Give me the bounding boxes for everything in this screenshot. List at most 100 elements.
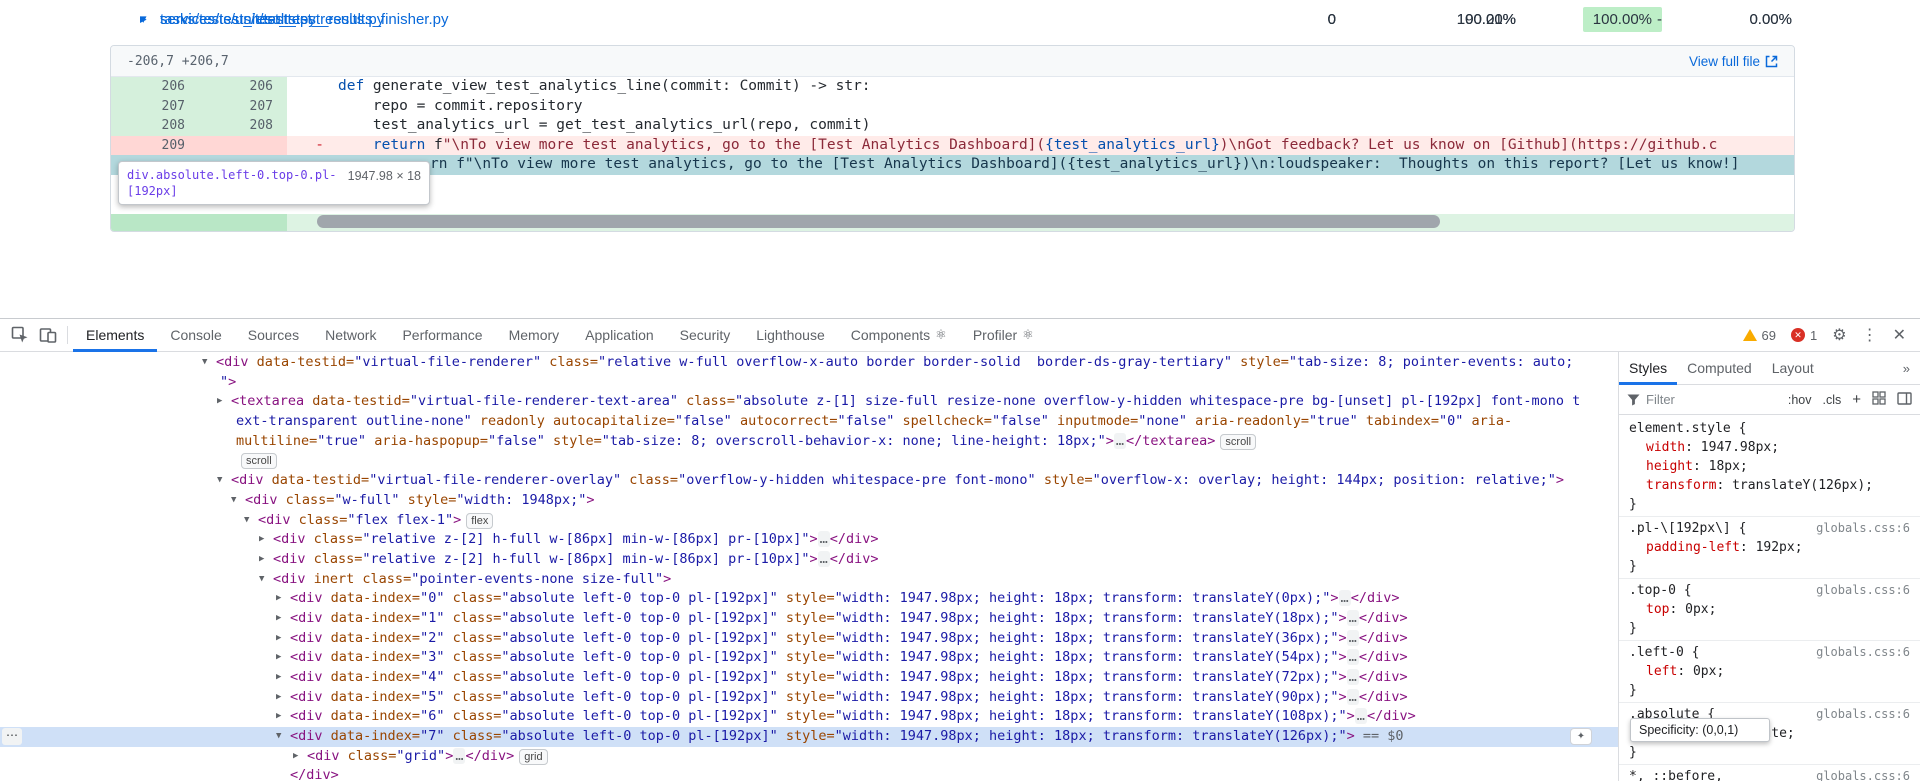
elements-tree-row[interactable]: ▶ <div data-index="5" class="absolute lef…	[0, 688, 1618, 708]
rendering-emulations-icon[interactable]	[1872, 391, 1886, 408]
elements-tree-row[interactable]: ▼ <div data-testid="virtual-file-renderer…	[0, 471, 1618, 491]
expand-arrow-right-icon[interactable]: ▶	[293, 747, 298, 767]
expand-arrow-right-icon[interactable]: ▶	[276, 589, 281, 609]
stylesheet-source-link[interactable]: globals.css:6	[1816, 705, 1910, 724]
errors-badge[interactable]: ✕ 1	[1791, 328, 1817, 343]
close-devtools-icon[interactable]: ✕	[1893, 325, 1906, 345]
style-rule: .pl-\[192px\] {globals.css:6 padding-left…	[1619, 517, 1920, 579]
elements-tree-row[interactable]: ext-transparent outline-none" readonly a…	[0, 412, 1618, 432]
stylesheet-source-link[interactable]: globals.css:6	[1816, 519, 1910, 538]
style-rule: .top-0 {globals.css:6 top: 0px;}	[1619, 579, 1920, 641]
diff-row: 206 206 def generate_view_test_analytics_l…	[111, 77, 1794, 97]
devtools-tab-application[interactable]: Application	[572, 319, 667, 352]
file-link[interactable]: tasks/tests/unit/test_test_results_finis…	[160, 11, 448, 28]
diff-row: 207 207 repo = commit.repository	[111, 96, 1794, 116]
more-tabs-chevron-icon[interactable]: »	[1903, 361, 1920, 376]
device-toolbar-icon[interactable]	[34, 322, 62, 348]
elements-tree-row[interactable]: ▶ <div class="relative z-[2] h-full w-[86…	[0, 550, 1618, 570]
expand-arrow-right-icon[interactable]: ▶	[276, 629, 281, 649]
settings-gear-icon[interactable]: ⚙	[1832, 325, 1846, 345]
elements-tree-row[interactable]: ▶ <div data-index="2" class="absolute lef…	[0, 629, 1618, 649]
tab-layout[interactable]: Layout	[1762, 352, 1824, 385]
elements-tree-row[interactable]: ▶ <div data-index="1" class="absolute lef…	[0, 609, 1618, 629]
styles-filter-bar: Filter :hov .cls +	[1619, 385, 1920, 415]
toggle-sidebar-icon[interactable]	[1897, 391, 1912, 408]
elements-tree-row[interactable]: ▶ <div class="relative z-[2] h-full w-[86…	[0, 530, 1618, 550]
elements-tree-row[interactable]: ▼ <div data-testid="virtual-file-renderer…	[0, 353, 1618, 373]
expand-arrow-down-icon[interactable]: ▼	[231, 491, 236, 511]
tab-styles[interactable]: Styles	[1619, 352, 1677, 385]
elements-tree-row[interactable]: ">	[0, 373, 1618, 393]
expand-arrow-right-icon[interactable]: ▶	[217, 392, 222, 412]
styles-sidebar: Styles Computed Layout » Filter :hov .cl…	[1619, 352, 1920, 781]
specificity-tooltip: Specificity: (0,0,1)	[1630, 718, 1770, 742]
css-property[interactable]: padding-left: 192px;	[1629, 538, 1910, 557]
error-icon: ✕	[1791, 328, 1806, 342]
css-property[interactable]: top: 0px;	[1629, 600, 1910, 619]
inspect-element-icon[interactable]	[6, 322, 34, 348]
warnings-badge[interactable]: 69	[1742, 328, 1776, 343]
expand-arrow-right-icon[interactable]: ▶	[276, 609, 281, 629]
inspected-dimensions: 1947.98 × 18	[347, 169, 421, 183]
elements-tree-row[interactable]: ▼ <div class="flex flex-1"> flex	[0, 511, 1618, 531]
css-property[interactable]: height: 18px;	[1629, 457, 1910, 476]
tab-computed[interactable]: Computed	[1677, 352, 1762, 385]
devtools-tab-sources[interactable]: Sources	[235, 319, 312, 352]
element-classes-button[interactable]: .cls	[1822, 393, 1841, 407]
devtools-tab-performance[interactable]: Performance	[389, 319, 495, 352]
devtools-tab-memory[interactable]: Memory	[496, 319, 573, 352]
devtools-toolbar-right: 69 ✕ 1 ⚙ ⋮ ✕	[1742, 325, 1920, 345]
expand-arrow-right-icon[interactable]: ▶	[259, 550, 264, 570]
elements-tree-row[interactable]: ▶ <div class="grid">… </div> grid	[0, 747, 1618, 767]
elements-tree-row[interactable]: ▼ <div data-index="7" class="absolute lef…	[0, 727, 1618, 747]
expand-arrow-down-icon[interactable]: ▼	[276, 727, 281, 747]
elements-tree-row[interactable]: ▶ <div data-index="3" class="absolute lef…	[0, 648, 1618, 668]
stylesheet-source-link[interactable]: globals.css:6	[1816, 643, 1910, 662]
devtools-tab-lighthouse[interactable]: Lighthouse	[743, 319, 838, 352]
elements-tree-row[interactable]: ▶ <textarea data-testid="virtual-file-ren…	[0, 392, 1618, 412]
chevron-right-icon[interactable]: ▸	[140, 11, 160, 27]
expand-arrow-down-icon[interactable]: ▼	[217, 471, 222, 491]
css-property[interactable]: width: 1947.98px;	[1629, 438, 1910, 457]
node-more-actions-button[interactable]: ⋯	[2, 728, 22, 745]
horizontal-scrollbar[interactable]	[317, 215, 1440, 228]
elements-tree-row[interactable]: ▼ <div class="w-full" style="width: 1948p…	[0, 491, 1618, 511]
expand-arrow-down-icon[interactable]: ▼	[259, 570, 264, 590]
kebab-menu-icon[interactable]: ⋮	[1862, 325, 1878, 345]
expand-arrow-right-icon[interactable]: ▶	[259, 530, 264, 550]
expand-arrow-right-icon[interactable]: ▶	[276, 688, 281, 708]
elements-panel: ▼ <div data-testid="virtual-file-renderer…	[0, 352, 1619, 781]
view-full-file-link[interactable]: View full file	[1689, 54, 1778, 69]
external-link-icon	[1765, 55, 1778, 67]
diff-code-lines: 206 206 def generate_view_test_analytics_l…	[111, 77, 1794, 231]
elements-tree-row[interactable]: multiline="true" aria-haspopup="false" s…	[0, 432, 1618, 452]
elements-tree-row[interactable]: ▶ <div data-index="6" class="absolute lef…	[0, 707, 1618, 727]
devtools-tab-network[interactable]: Network	[312, 319, 389, 352]
expand-arrow-down-icon[interactable]: ▼	[244, 511, 249, 531]
elements-tree-row[interactable]: ▶ <div data-index="0" class="absolute lef…	[0, 589, 1618, 609]
elements-tree-row[interactable]: ▶ <div data-index="4" class="absolute lef…	[0, 668, 1618, 688]
devtools-tab-components[interactable]: Components ⚛	[838, 319, 960, 352]
new-style-rule-button[interactable]: +	[1852, 391, 1861, 408]
styles-filter-input[interactable]: Filter	[1627, 392, 1777, 407]
css-property[interactable]: left: 0px;	[1629, 662, 1910, 681]
devtools-body: ▼ <div data-testid="virtual-file-renderer…	[0, 352, 1920, 781]
ai-assist-button[interactable]: ✦	[1570, 728, 1592, 745]
warning-icon	[1742, 329, 1757, 341]
elements-tree-row[interactable]: ▼ <div inert class="pointer-events-none s…	[0, 570, 1618, 590]
css-property[interactable]: transform: translateY(126px);	[1629, 476, 1910, 495]
expand-arrow-right-icon[interactable]: ▶	[276, 648, 281, 668]
expand-arrow-down-icon[interactable]: ▼	[202, 353, 207, 373]
file-row[interactable]: ▸ tasks/tests/unit/test_test_results_fin…	[0, 0, 1920, 38]
toggle-element-state-button[interactable]: :hov	[1788, 393, 1812, 407]
expand-arrow-right-icon[interactable]: ▶	[276, 707, 281, 727]
devtools-tab-profiler[interactable]: Profiler ⚛	[960, 319, 1047, 352]
stylesheet-source-link[interactable]: globals.css:6	[1816, 581, 1910, 600]
stylesheet-source-link[interactable]: globals.css:6	[1816, 767, 1910, 781]
devtools-tab-security[interactable]: Security	[667, 319, 744, 352]
elements-tree-row[interactable]: </div>	[0, 766, 1618, 781]
devtools-tab-elements[interactable]: Elements	[73, 319, 157, 352]
devtools-tab-console[interactable]: Console	[157, 319, 234, 352]
expand-arrow-right-icon[interactable]: ▶	[276, 668, 281, 688]
elements-tree-row[interactable]: scroll	[0, 451, 1618, 471]
